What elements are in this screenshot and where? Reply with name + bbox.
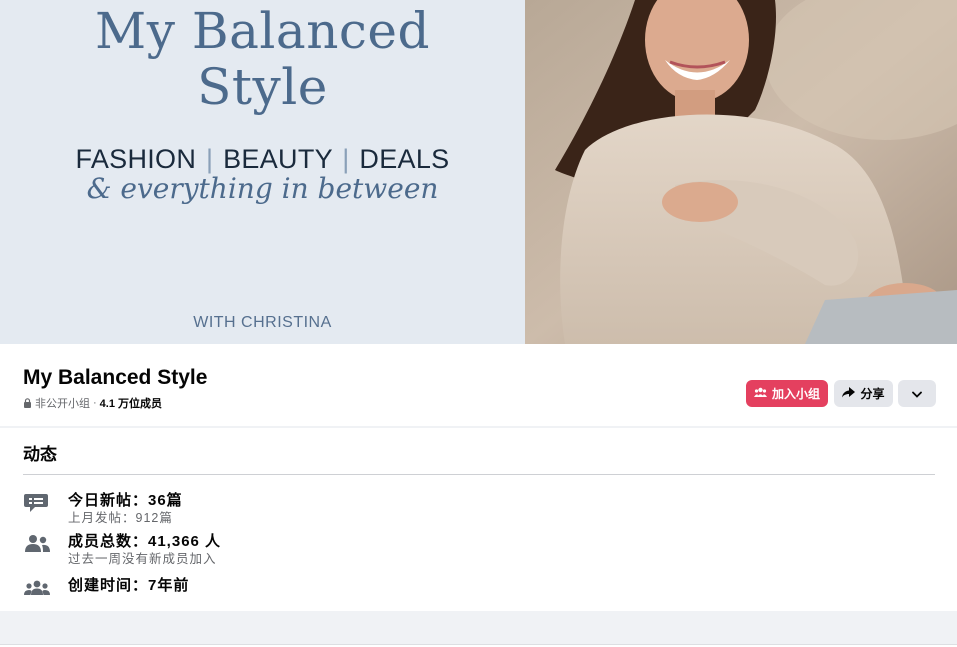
group-header: My Balanced Style 非公开小组 · 4.1 万位成员 加入小组 …: [0, 344, 957, 426]
posts-today: 今日新帖：36篇: [68, 492, 183, 509]
join-group-icon: [753, 387, 767, 401]
new-members-note: 过去一周没有新成员加入: [68, 552, 217, 566]
activity-card: 动态 今日新帖：36篇 上月发帖：912篇 成员总数：41,366 人 过去一周…: [0, 428, 957, 611]
group-name[interactable]: My Balanced Style: [23, 366, 207, 390]
meta-separator: ·: [93, 397, 97, 409]
cover-photo: [525, 0, 957, 344]
cover-with-text: WITH CHRISTINA: [193, 314, 332, 331]
activity-row-posts: 今日新帖：36篇 上月发帖：912篇: [23, 492, 183, 526]
group-cover-image: My Balanced Style FASHION | BEAUTY | DEA…: [0, 0, 957, 344]
join-group-button[interactable]: 加入小组: [746, 380, 828, 407]
cover-graphic: My Balanced Style FASHION | BEAUTY | DEA…: [0, 0, 525, 344]
woman-photo-illustration: [525, 0, 957, 344]
lock-icon: [23, 398, 32, 408]
group-meta: 非公开小组 · 4.1 万位成员: [23, 395, 162, 411]
member-count-link[interactable]: 4.1 万位成员: [100, 395, 162, 411]
cover-title: My Balanced Style: [95, 2, 430, 116]
cover-tagline: FASHION | BEAUTY | DEALS: [75, 144, 450, 174]
group-page: My Balanced Style FASHION | BEAUTY | DEA…: [0, 0, 957, 647]
posts-last-month: 上月发帖：912篇: [68, 511, 173, 525]
total-members: 成员总数：41,366 人: [68, 533, 222, 550]
more-options-button[interactable]: [898, 380, 936, 407]
share-label: 分享: [860, 387, 885, 401]
cover-script-text: & everything in between: [86, 172, 439, 205]
chevron-down-icon: [912, 387, 922, 401]
created-time: 创建时间：7年前: [68, 577, 190, 594]
chat-bubble-icon: [23, 492, 51, 514]
privacy-label: 非公开小组: [35, 398, 90, 410]
divider: [23, 474, 935, 475]
activity-row-members: 成员总数：41,366 人 过去一周没有新成员加入: [23, 533, 221, 567]
share-button[interactable]: 分享: [834, 380, 893, 407]
share-arrow-icon: [842, 386, 856, 401]
members-icon: [23, 533, 51, 555]
join-group-label: 加入小组: [771, 387, 820, 401]
group-created-icon: [23, 577, 51, 599]
activity-title: 动态: [23, 445, 57, 464]
activity-row-created: 创建时间：7年前: [23, 577, 189, 599]
